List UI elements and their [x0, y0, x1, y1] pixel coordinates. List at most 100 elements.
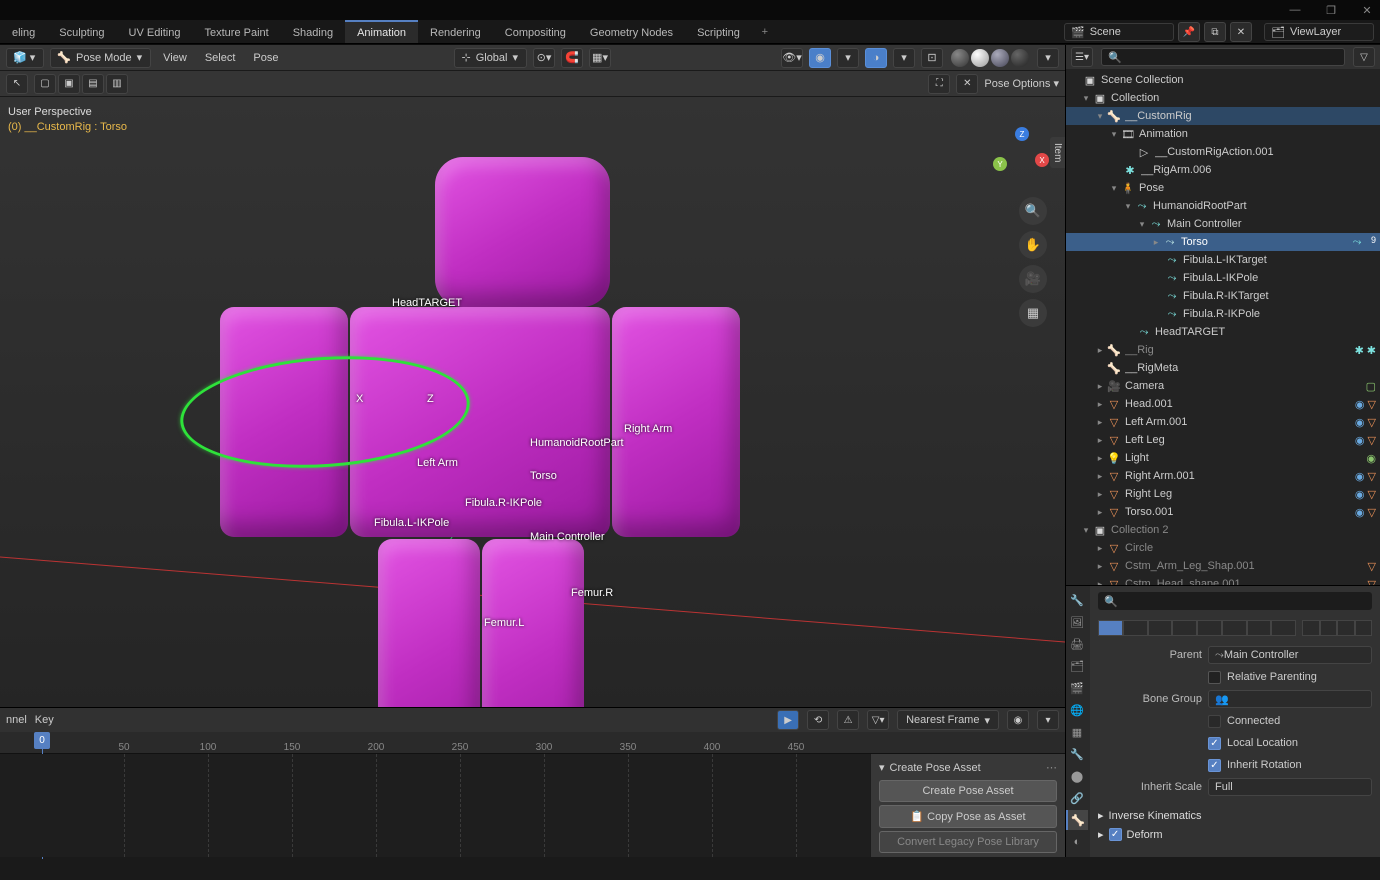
tab-shading[interactable]: Shading [281, 20, 345, 43]
menu-select[interactable]: Select [199, 52, 242, 64]
shading-material[interactable] [991, 49, 1009, 67]
tree-collection-2[interactable]: ▾▣Collection 2 [1066, 521, 1380, 539]
tab-modeling[interactable]: eling [0, 20, 47, 43]
select-mode-3[interactable]: ▤ [82, 74, 104, 94]
prop-tab-scene[interactable]: 🎬 [1066, 678, 1088, 698]
pose-options-dropdown[interactable]: Pose Options ▾ [984, 77, 1059, 90]
tree-light[interactable]: ▸💡Light◉ [1066, 449, 1380, 467]
relative-parenting-row[interactable]: Relative Parenting [1098, 666, 1372, 688]
pin-scene-button[interactable]: 📌 [1178, 22, 1200, 42]
tree-animation[interactable]: ▾🎞Animation [1066, 125, 1380, 143]
tree-head-001[interactable]: ▸▽Head.001◉▽ [1066, 395, 1380, 413]
outliner-display-mode[interactable]: ☰▾ [1071, 47, 1093, 67]
tree-humanoid-root[interactable]: ▾⤳HumanoidRootPart [1066, 197, 1380, 215]
timeline-tab-channel[interactable]: nnel [6, 714, 27, 726]
tree-pose[interactable]: ▾🧍Pose [1066, 179, 1380, 197]
inherit-rotation-row[interactable]: ✓ Inherit Rotation [1098, 754, 1372, 776]
prop-tab-viewlayer[interactable]: 🗂 [1066, 656, 1088, 676]
tab-sculpting[interactable]: Sculpting [47, 20, 116, 43]
orbit-gizmo[interactable]: Z Y X [993, 127, 1051, 185]
tree-collection[interactable]: ▾▣Collection [1066, 89, 1380, 107]
keying-set-dropdown[interactable]: Nearest Frame ▾ [897, 710, 999, 730]
outliner-search[interactable]: 🔍 [1101, 48, 1345, 66]
maximize-button[interactable]: ❐ [1322, 3, 1340, 17]
camera-view-button[interactable]: 🎥 [1019, 265, 1047, 293]
prop-tab-world[interactable]: 🌐 [1066, 700, 1088, 720]
tree-custom-rig[interactable]: ▾🦴__CustomRig [1066, 107, 1380, 125]
prop-tab-tool[interactable]: 🔧 [1066, 590, 1088, 610]
add-workspace-button[interactable]: + [752, 20, 778, 43]
timeline-play-button[interactable]: ▶ [777, 710, 799, 730]
tree-fib-r-pole[interactable]: ⤳Fibula.R-IKPole [1066, 305, 1380, 323]
prop-tab-render[interactable]: 🖼 [1066, 612, 1088, 632]
shading-solid[interactable] [971, 49, 989, 67]
menu-view[interactable]: View [157, 52, 193, 64]
orientation-selector[interactable]: ⊹ Global ▾ [454, 48, 527, 68]
timeline-sync-button[interactable]: ⟲ [807, 710, 829, 730]
create-pose-asset-button[interactable]: Create Pose Asset [879, 780, 1057, 802]
timeline-body[interactable]: ▾ Create Pose Asset ⋯ Create Pose Asset … [0, 754, 1065, 857]
gizmo-options[interactable]: ▾ [837, 48, 859, 68]
outliner-tree[interactable]: ▣Scene Collection ▾▣Collection ▾🦴__Custo… [1066, 69, 1380, 585]
gizmo-toggle[interactable]: ◉ [809, 48, 831, 68]
tree-rig-arm[interactable]: ✱__RigArm.006 [1066, 161, 1380, 179]
tree-right-leg[interactable]: ▸▽Right Leg◉▽ [1066, 485, 1380, 503]
select-mode-1[interactable]: ▢ [34, 74, 56, 94]
tree-circle[interactable]: ▸▽Circle [1066, 539, 1380, 557]
prop-tab-physics[interactable]: ⬤ [1066, 766, 1088, 786]
prop-tab-constraints[interactable]: 🔗 [1066, 788, 1088, 808]
scene-selector[interactable]: 🎬 Scene [1064, 23, 1174, 41]
tree-left-arm-001[interactable]: ▸▽Left Arm.001◉▽ [1066, 413, 1380, 431]
axis-y-ball[interactable]: Y [993, 157, 1007, 171]
pivot-selector[interactable]: ⊙▾ [533, 48, 555, 68]
editor-type-selector[interactable]: 🧊 ▾ [6, 48, 44, 68]
tab-geometry-nodes[interactable]: Geometry Nodes [578, 20, 685, 43]
menu-pose[interactable]: Pose [247, 52, 284, 64]
xray-toggle[interactable]: ⊡ [921, 48, 943, 68]
close-panel-button[interactable]: ✕ [956, 74, 978, 94]
prop-tab-material[interactable]: ◐ [1066, 832, 1088, 852]
prop-tab-output[interactable]: 🖨 [1066, 634, 1088, 654]
tree-head-target[interactable]: ⤳HeadTARGET [1066, 323, 1380, 341]
tree-cstm-head[interactable]: ▸▽Cstm_Head_shape.001▽ [1066, 575, 1380, 585]
deform-section-header[interactable]: ▸ ✓ Deform [1098, 825, 1372, 844]
tree-main-controller[interactable]: ▾⤳Main Controller [1066, 215, 1380, 233]
tree-camera[interactable]: ▸🎥Camera▢ [1066, 377, 1380, 395]
axis-z-ball[interactable]: Z [1015, 127, 1029, 141]
pan-button[interactable]: ✋ [1019, 231, 1047, 259]
prop-tab-bone[interactable]: 🦴 [1066, 810, 1088, 830]
snap-options[interactable]: ▦▾ [589, 48, 611, 68]
tree-fib-l-target[interactable]: ⤳Fibula.L-IKTarget [1066, 251, 1380, 269]
tree-cstm-arm-leg[interactable]: ▸▽Cstm_Arm_Leg_Shap.001▽ [1066, 557, 1380, 575]
tool-cursor[interactable]: ↖ [6, 74, 28, 94]
playhead[interactable]: 0 [34, 732, 50, 749]
close-button[interactable]: ✕ [1358, 3, 1376, 17]
copy-scene-button[interactable]: ⧉ [1204, 22, 1226, 42]
tree-torso-001[interactable]: ▸▽Torso.001◉▽ [1066, 503, 1380, 521]
ik-section-header[interactable]: ▸ Inverse Kinematics [1098, 806, 1372, 825]
tree-rig[interactable]: ▸🦴__Rig✱✱ [1066, 341, 1380, 359]
tab-rendering[interactable]: Rendering [418, 20, 493, 43]
timeline-options[interactable]: ▾ [1037, 710, 1059, 730]
minimize-button[interactable]: — [1286, 3, 1304, 17]
viewport-3d[interactable]: User Perspective (0) __CustomRig : Torso [0, 97, 1065, 707]
inherit-rotation-checkbox[interactable]: ✓ [1208, 759, 1221, 772]
snap-toggle[interactable]: 🧲 [561, 48, 583, 68]
shading-options[interactable]: ▾ [1037, 48, 1059, 68]
auto-key-button[interactable]: ◉ [1007, 710, 1029, 730]
select-mode-2[interactable]: ▣ [58, 74, 80, 94]
tab-texture-paint[interactable]: Texture Paint [193, 20, 281, 43]
tree-torso[interactable]: ▸⤳Torso⤳9 [1066, 233, 1380, 251]
prop-tab-object[interactable]: ▦ [1066, 722, 1088, 742]
bone-group-field[interactable]: 👥 [1208, 690, 1372, 708]
delete-scene-button[interactable]: ✕ [1230, 22, 1252, 42]
tab-compositing[interactable]: Compositing [493, 20, 578, 43]
mode-selector[interactable]: 🦴 Pose Mode ▾ [50, 48, 151, 68]
deform-checkbox[interactable]: ✓ [1109, 828, 1122, 841]
timeline-filter[interactable]: ▽▾ [867, 710, 889, 730]
axis-x-ball[interactable]: X [1035, 153, 1049, 167]
tab-animation[interactable]: Animation [345, 20, 418, 43]
region-overlap-button[interactable]: ⛶ [928, 74, 950, 94]
properties-search[interactable]: 🔍 [1098, 592, 1372, 610]
convert-legacy-pose-button[interactable]: Convert Legacy Pose Library [879, 831, 1057, 853]
